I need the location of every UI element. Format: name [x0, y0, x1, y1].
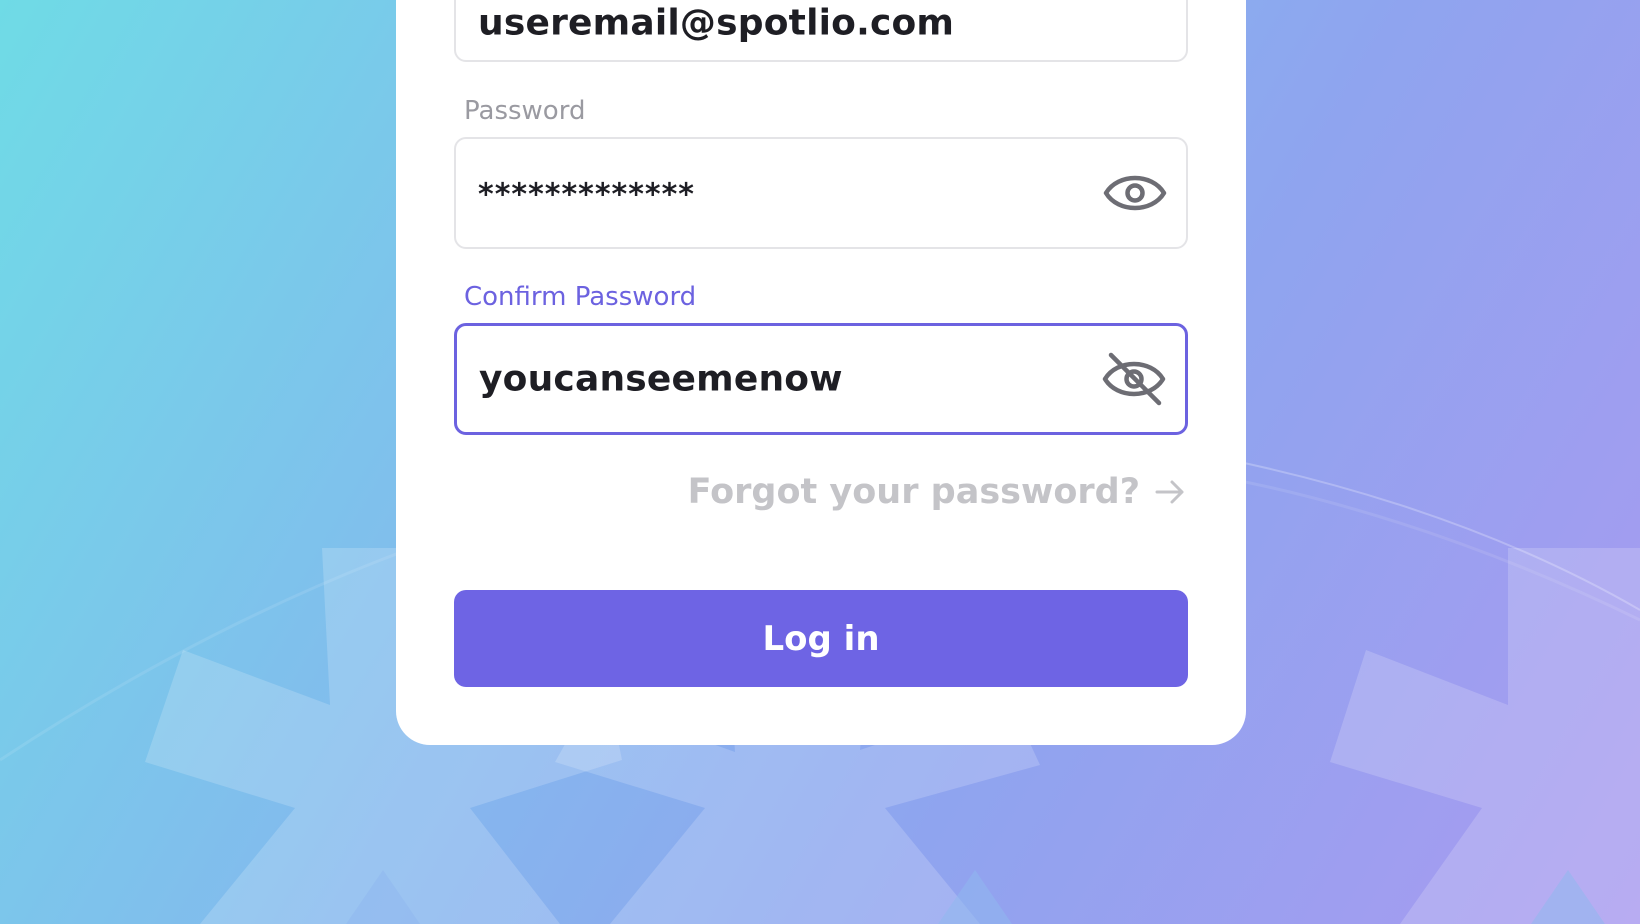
confirm-password-label: Confirm Password [464, 282, 697, 312]
password-label: Password [464, 96, 586, 126]
arrow-right-icon [1155, 480, 1184, 504]
login-button[interactable]: Log in [454, 590, 1188, 687]
password-field[interactable]: ************* [454, 137, 1188, 249]
eye-icon[interactable] [1102, 165, 1168, 221]
eye-off-icon[interactable] [1101, 351, 1167, 407]
confirm-password-field[interactable]: youcanseemenow [454, 323, 1188, 435]
password-value: ************* [478, 177, 695, 213]
forgot-password-text: Forgot your password? [687, 472, 1140, 512]
confirm-password-value: youcanseemenow [479, 358, 843, 400]
email-value: useremail@spotlio.com [478, 2, 955, 44]
email-field[interactable]: useremail@spotlio.com [454, 0, 1188, 62]
forgot-password-link[interactable]: Forgot your password? [688, 472, 1186, 512]
